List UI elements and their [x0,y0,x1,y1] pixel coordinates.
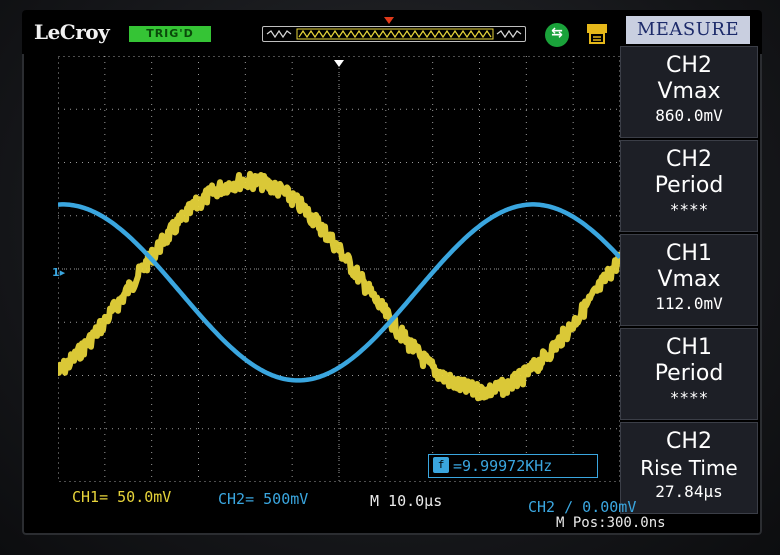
measure-panel: CH2 Vmax 860.0mV CH2 Period **** CH1 Vma… [620,46,758,516]
measure-param: Vmax [657,79,721,104]
trigger-readout: CH2 ∕ 0.00mV [528,498,637,516]
ch2-scale-readout: CH2= 500mV [218,490,309,508]
brand-logo: LeCroy [34,20,110,44]
measure-param: Rise Time [640,456,738,480]
measure-param: Vmax [657,267,721,292]
measure-channel: CH2 [666,429,712,454]
measure-channel: CH1 [666,241,712,266]
memory-position-bar [262,26,526,42]
horizontal-position-readout: M Pos:300.0ns [556,515,666,531]
measure-item-ch1-vmax[interactable]: CH1 Vmax 112.0mV [620,234,758,326]
measure-value: 112.0mV [655,294,723,313]
measure-param: Period [654,173,724,198]
usb-icon: ⇆ [545,23,569,47]
measure-menu-title[interactable]: MEASURE [626,16,750,44]
frequency-value: =9.99972KHz [453,457,553,475]
measure-value: 27.84µs [655,482,723,501]
measure-value: **** [669,200,709,219]
waveform-grid [58,56,620,482]
measure-item-ch2-vmax[interactable]: CH2 Vmax 860.0mV [620,46,758,138]
measure-value: **** [669,388,709,407]
frequency-icon: f [433,457,449,473]
printer-icon [586,22,608,46]
run-status-badge[interactable]: TRIG'D [129,26,211,42]
time-marker-icon [334,60,344,67]
scope-screen: LeCroy TRIG'D ⇆ MEASURE 1▸ CH2 Vmax 860.… [22,10,762,535]
timebase-readout: M 10.0µs [370,492,443,510]
measure-item-ch1-period[interactable]: CH1 Period **** [620,328,758,420]
frequency-counter: f =9.99972KHz [428,454,598,478]
measure-item-ch2-rise-time[interactable]: CH2 Rise Time 27.84µs [620,422,758,514]
measure-channel: CH1 [666,335,712,360]
trigger-position-marker-icon [384,17,394,24]
measure-item-ch2-period[interactable]: CH2 Period **** [620,140,758,232]
ch1-scale-readout: CH1= 50.0mV [72,488,172,506]
measure-value: 860.0mV [655,106,723,125]
measure-channel: CH2 [666,53,712,78]
measure-param: Period [654,361,724,386]
measure-channel: CH2 [666,147,712,172]
ch1-ground-marker-icon: 1▸ [52,266,66,279]
